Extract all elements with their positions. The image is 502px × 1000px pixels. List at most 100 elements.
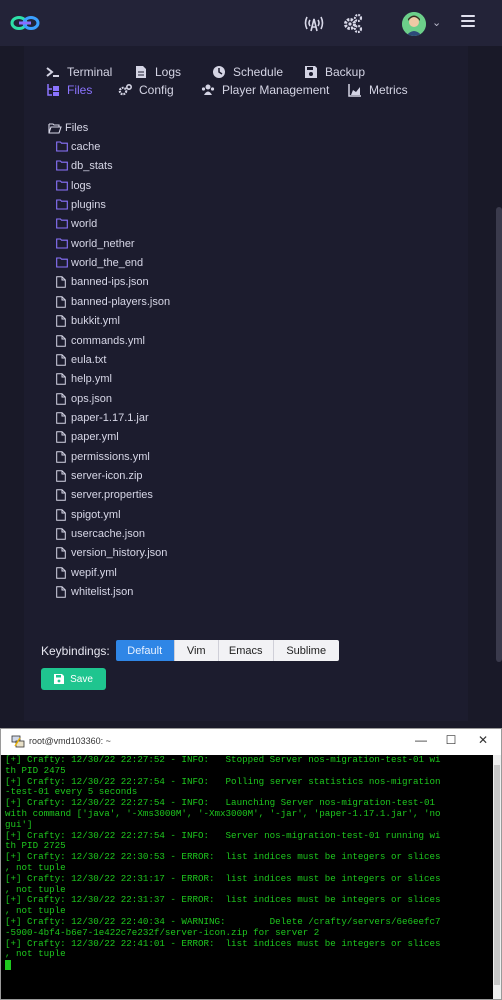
keybindings-button-group: Default Vim Emacs Sublime: [115, 640, 339, 661]
keybinding-sublime-button[interactable]: Sublime: [273, 640, 339, 661]
tab-schedule[interactable]: Schedule: [212, 63, 283, 81]
file-icon: [56, 586, 68, 598]
top-navbar: ⌄: [0, 0, 502, 46]
antenna-signal-icon[interactable]: [303, 12, 325, 34]
folder-icon: [56, 160, 68, 172]
tab-player-management[interactable]: Player Management: [201, 81, 329, 99]
file-item[interactable]: eula.txt: [56, 352, 106, 368]
server-detail-card: Terminal Logs Schedule Backup Files Conf…: [24, 46, 468, 721]
file-name: eula.txt: [71, 353, 107, 366]
file-tree-root[interactable]: Files: [48, 120, 88, 136]
folder-item[interactable]: logs: [56, 178, 91, 194]
file-icon: [56, 392, 68, 405]
tab-label: Metrics: [369, 83, 408, 97]
minimize-button[interactable]: —: [413, 733, 429, 747]
file-item[interactable]: paper.yml: [56, 429, 119, 445]
terminal-line: -5900-4bf4-b6e7-1e422c7e232f/server-icon…: [5, 926, 320, 938]
file-item[interactable]: banned-ips.json: [56, 274, 149, 290]
folder-item[interactable]: plugins: [56, 197, 106, 213]
file-item[interactable]: paper-1.17.1.jar: [56, 410, 149, 426]
folder-icon: [56, 257, 68, 269]
folder-open-icon: [48, 123, 62, 134]
file-item[interactable]: permissions.yml: [56, 449, 150, 465]
user-avatar[interactable]: [402, 12, 426, 36]
page-scrollbar[interactable]: [496, 207, 502, 662]
file-item[interactable]: whitelist.json: [56, 584, 133, 600]
folder-name: world_the_end: [71, 257, 144, 270]
save-label: Save: [70, 673, 93, 685]
file-icon: [56, 334, 68, 347]
users-icon: [201, 83, 215, 97]
file-item[interactable]: ops.json: [56, 391, 112, 407]
cogs-icon[interactable]: [342, 12, 364, 34]
tab-label: Config: [139, 83, 174, 97]
folder-icon: [56, 218, 68, 230]
folder-item[interactable]: cache: [56, 139, 100, 155]
floppy-disk-icon: [54, 674, 65, 684]
folder-name: db_stats: [71, 160, 113, 173]
hamburger-menu-icon[interactable]: [461, 15, 475, 29]
folder-item[interactable]: db_stats: [56, 158, 113, 174]
close-button[interactable]: ✕: [475, 733, 491, 747]
file-icon: [56, 354, 68, 366]
file-item[interactable]: help.yml: [56, 371, 112, 387]
folder-item[interactable]: world_the_end: [56, 255, 143, 271]
file-icon: [56, 566, 68, 579]
maximize-button[interactable]: ☐: [443, 733, 459, 747]
crafty-link-logo-icon[interactable]: [10, 13, 40, 33]
terminal-scrollbar[interactable]: [493, 755, 501, 999]
file-item[interactable]: usercache.json: [56, 526, 145, 542]
folder-tree-icon: [46, 83, 60, 97]
chart-area-icon: [348, 83, 362, 97]
file-item[interactable]: banned-players.json: [56, 294, 170, 310]
file-item[interactable]: wepif.yml: [56, 565, 117, 581]
tab-logs[interactable]: Logs: [134, 63, 181, 81]
folder-icon: [56, 199, 68, 211]
tab-backup[interactable]: Backup: [304, 63, 365, 81]
file-name: help.yml: [71, 373, 112, 386]
folder-name: logs: [71, 179, 92, 192]
tab-label: Files: [67, 83, 93, 97]
file-item[interactable]: server.properties: [56, 487, 153, 503]
terminal-cursor: [5, 960, 11, 971]
file-icon: [56, 412, 68, 424]
chevron-down-icon[interactable]: ⌄: [432, 16, 441, 29]
tab-config[interactable]: Config: [118, 81, 174, 99]
clock-icon: [212, 65, 226, 79]
keybinding-vim-button[interactable]: Vim: [174, 640, 219, 661]
folder-name: world_nether: [71, 237, 135, 250]
file-item[interactable]: spigot.yml: [56, 507, 121, 523]
keybindings-label: Keybindings:: [41, 643, 110, 658]
terminal-output[interactable]: [+] Crafty: 12/30/22 22:27:52 - INFO: St…: [5, 755, 493, 999]
keybinding-default-button[interactable]: Default: [115, 640, 175, 661]
terminal-scroll-thumb[interactable]: [494, 765, 500, 985]
terminal-line: [+] Crafty: 12/30/22 22:31:37 - ERROR: l…: [5, 894, 441, 906]
file-icon: [56, 470, 68, 482]
keybinding-emacs-button[interactable]: Emacs: [218, 640, 274, 661]
file-item[interactable]: bukkit.yml: [56, 313, 120, 329]
tab-label: Schedule: [233, 65, 284, 79]
file-item[interactable]: commands.yml: [56, 333, 145, 349]
save-button[interactable]: Save: [41, 668, 106, 690]
terminal-line: [+] Crafty: 12/30/22 22:31:17 - ERROR: l…: [5, 872, 441, 884]
terminal-line: [+] Crafty: 12/30/22 22:41:01 - ERROR: l…: [5, 937, 441, 949]
file-name: whitelist.json: [71, 586, 134, 599]
file-name: spigot.yml: [71, 508, 121, 521]
file-icon: [56, 450, 68, 463]
file-item[interactable]: version_history.json: [56, 545, 167, 561]
file-name: banned-players.json: [71, 295, 171, 308]
tab-label: Terminal: [67, 65, 113, 79]
tab-terminal[interactable]: Terminal: [46, 63, 112, 81]
terminal-icon: [46, 65, 60, 79]
tab-metrics[interactable]: Metrics: [348, 81, 408, 99]
terminal-line: gui']: [5, 818, 33, 830]
file-item[interactable]: server-icon.zip: [56, 468, 143, 484]
crafty-app-window: ⌄ Terminal Logs Schedule Backup Files Co…: [0, 0, 502, 728]
tab-label: Logs: [155, 65, 182, 79]
folder-item[interactable]: world: [56, 216, 97, 232]
folder-icon: [56, 141, 68, 153]
folder-item[interactable]: world_nether: [56, 236, 135, 252]
tab-label: Backup: [325, 65, 366, 79]
tab-files[interactable]: Files: [46, 81, 92, 99]
terminal-title-bar[interactable]: root@vmd103360: ~ — ☐ ✕: [1, 729, 501, 755]
